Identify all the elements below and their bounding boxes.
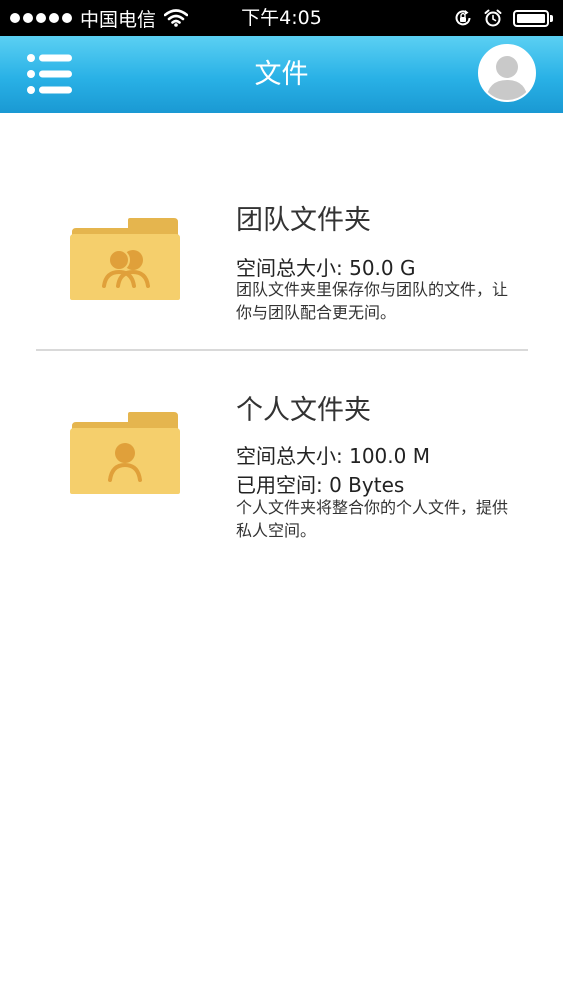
team-folder-title: 团队文件夹 [236,205,371,236]
team-folder-space-total: 空间总大小: 50.0 G [236,256,416,280]
user-avatar-icon [480,46,534,100]
list-menu-icon [27,54,72,94]
battery-icon [513,9,553,27]
status-bar: 中国电信 下午4:05 [0,0,563,36]
avatar-button[interactable] [478,44,536,102]
team-folder-description: 团队文件夹里保存你与团队的文件，让你与团队配合更无间。 [236,280,509,322]
personal-folder-title: 个人文件夹 [236,395,371,426]
personal-folder-description: 个人文件夹将整合你的个人文件，提供私人空间。 [236,498,509,540]
rotation-lock-icon [455,10,471,26]
personal-folder-space-used: 已用空间: 0 Bytes [236,473,405,497]
navigation-bar: 文件 [0,36,563,113]
personal-folder-space-total: 空间总大小: 100.0 M [236,444,430,468]
divider [36,349,528,351]
personal-folder-icon [70,412,180,494]
team-folder-item[interactable]: 团队文件夹 空间总大小: 50.0 G 团队文件夹里保存你与团队的文件，让你与团… [0,130,563,348]
menu-button[interactable] [26,53,74,95]
team-folder-icon [70,218,180,300]
status-right [453,0,553,36]
alarm-clock-icon [484,9,502,27]
personal-folder-item[interactable]: 个人文件夹 空间总大小: 100.0 M 已用空间: 0 Bytes 个人文件夹… [0,352,563,552]
